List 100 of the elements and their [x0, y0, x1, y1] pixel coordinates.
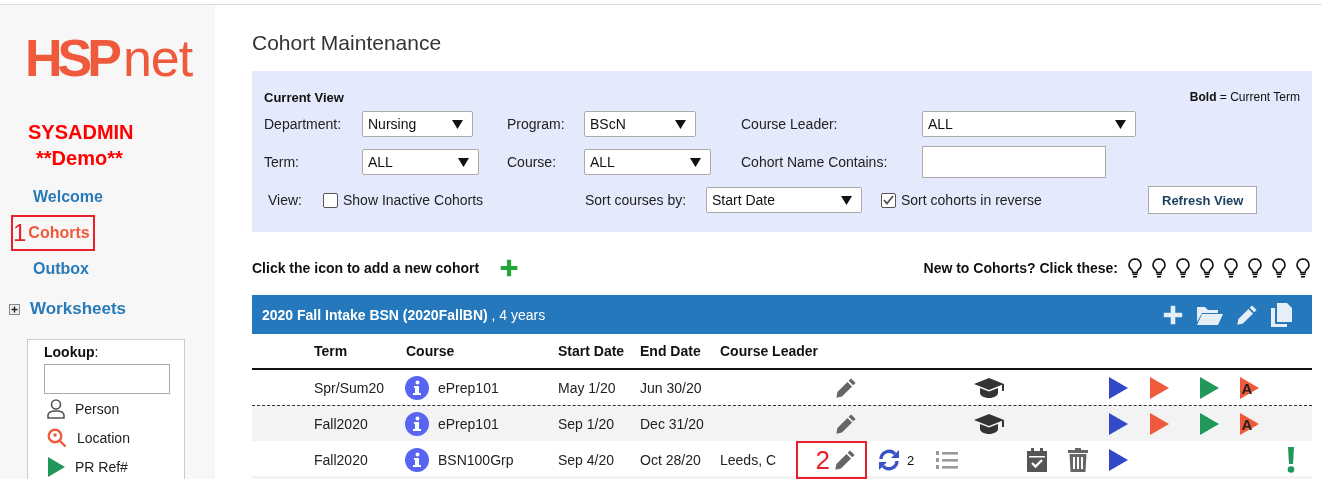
play-icon[interactable]: [1148, 375, 1170, 400]
caret-icon: [1115, 119, 1126, 129]
numbered-list-icon[interactable]: [934, 449, 959, 471]
annotation-number: 1: [13, 221, 27, 245]
info-icon[interactable]: [405, 375, 429, 400]
exclamation-icon[interactable]: [1285, 447, 1296, 473]
caret-icon: [458, 157, 469, 167]
lightbulb-icon[interactable]: [1200, 258, 1214, 278]
refresh-icon[interactable]: [877, 448, 901, 472]
lookup-label: Lookup:: [44, 344, 99, 360]
lettered-play-icon[interactable]: A: [1238, 411, 1260, 436]
lightbulb-icon[interactable]: [1176, 258, 1190, 278]
dropdown[interactable]: ALL: [362, 149, 479, 175]
lightbulb-icon[interactable]: [1296, 258, 1310, 278]
add-icon[interactable]: [1162, 303, 1184, 326]
term-cell: Fall2020: [314, 452, 368, 468]
edit-icon[interactable]: [834, 449, 856, 471]
info-icon[interactable]: [405, 411, 429, 436]
term-cell: Spr/Sum20: [314, 379, 385, 396]
column-header: Start Date: [558, 343, 625, 359]
user-name: SYSADMIN: [28, 121, 134, 144]
annotation-number: 2: [815, 447, 830, 473]
mortarboard-icon[interactable]: [974, 412, 1004, 435]
edit-icon[interactable]: [835, 376, 857, 399]
field-label: Program:: [507, 116, 565, 132]
lightbulb-icon[interactable]: [1152, 258, 1166, 278]
edit-icon[interactable]: [835, 412, 857, 435]
field-label: Course:: [507, 154, 557, 170]
lookup-option[interactable]: Person: [75, 400, 120, 417]
nav-link[interactable]: Worksheets: [30, 299, 127, 319]
end-date-cell: Oct 28/20: [640, 452, 701, 468]
lightbulb-icon[interactable]: [1128, 258, 1142, 278]
site-name: **Demo**: [36, 146, 123, 170]
field-label: Course Leader:: [741, 116, 838, 132]
checkbox-label: Show Inactive Cohorts: [343, 192, 484, 208]
field-label: Department:: [264, 116, 342, 132]
play-icon[interactable]: [1148, 411, 1170, 436]
play-icon: [47, 456, 65, 477]
caret-icon: [675, 119, 686, 129]
info-icon[interactable]: [405, 448, 429, 472]
play-letter: A: [1241, 415, 1253, 433]
lookup-option[interactable]: PR Ref#: [75, 458, 128, 475]
dropdown[interactable]: Nursing: [362, 111, 473, 137]
play-icon[interactable]: [1107, 375, 1129, 400]
mortarboard-icon[interactable]: [974, 376, 1004, 399]
calendar-check-icon[interactable]: [1025, 448, 1048, 472]
play-icon[interactable]: [1198, 375, 1220, 400]
play-icon[interactable]: [1198, 411, 1220, 436]
caret-icon: [690, 157, 701, 167]
dropdown[interactable]: ALL: [584, 149, 711, 175]
term-cell: Fall2020: [314, 415, 368, 432]
cohort-title: 2020 Fall Intake BSN (2020FallBN) , 4 years: [262, 306, 546, 323]
lightbulb-icon[interactable]: [1224, 258, 1238, 278]
play-letter: A: [1241, 379, 1253, 397]
refresh-button[interactable]: Refresh View: [1148, 186, 1258, 214]
page-title: Cohort Maintenance: [252, 30, 442, 56]
trash-icon[interactable]: [1068, 448, 1088, 472]
caret-icon: [452, 119, 463, 129]
lookup-field[interactable]: [44, 364, 170, 394]
lookup-option[interactable]: Location: [77, 429, 130, 446]
expand-icon[interactable]: [9, 303, 20, 315]
column-header: Course: [406, 343, 455, 359]
copy-icon[interactable]: [1270, 302, 1292, 327]
start-date-cell: Sep 1/20: [558, 415, 615, 432]
column-header: Term: [314, 343, 348, 359]
lettered-play-icon[interactable]: A: [1238, 375, 1260, 400]
add-hint: Click the icon to add a new cohort: [252, 260, 480, 276]
column-header: End Date: [640, 343, 701, 359]
field-label: View:: [268, 192, 302, 208]
field-label: Cohort Name Contains:: [741, 154, 888, 170]
add-icon[interactable]: [499, 258, 520, 278]
field-label: Sort courses by:: [585, 192, 687, 208]
legend-text: Bold = Current Term: [1189, 90, 1300, 104]
checkbox[interactable]: [323, 192, 338, 208]
edit-icon[interactable]: [1236, 303, 1258, 326]
lightbulb-icon[interactable]: [1272, 258, 1286, 278]
panel-title: Current View: [264, 89, 344, 105]
play-icon[interactable]: [1107, 411, 1129, 436]
count-label: 2: [907, 452, 915, 468]
lightbulb-icon[interactable]: [1248, 258, 1262, 278]
course-link[interactable]: ePrep101: [438, 379, 499, 396]
course-leader-cell: Leeds, C: [720, 452, 777, 468]
column-header: Course Leader: [720, 343, 819, 359]
play-icon[interactable]: [1107, 448, 1129, 472]
dropdown[interactable]: ALL: [922, 111, 1136, 137]
dropdown[interactable]: Start Date: [706, 187, 862, 213]
field-label: Term:: [264, 154, 299, 170]
text-field[interactable]: [922, 146, 1106, 178]
checkbox[interactable]: [881, 192, 896, 208]
start-date-cell: Sep 4/20: [558, 452, 615, 468]
tips-hint: New to Cohorts? Click these:: [923, 260, 1118, 276]
course-link[interactable]: BSN100Grp: [438, 452, 514, 468]
checkbox-label: Sort cohorts in reverse: [901, 192, 1042, 208]
location-search-icon: [47, 427, 67, 448]
course-link[interactable]: ePrep101: [438, 415, 499, 432]
end-date-cell: Jun 30/20: [640, 379, 702, 396]
person-icon: [47, 398, 65, 419]
nav-link[interactable]: Welcome: [33, 188, 103, 206]
nav-link[interactable]: Outbox: [33, 260, 89, 278]
dropdown[interactable]: BScN: [584, 111, 696, 137]
